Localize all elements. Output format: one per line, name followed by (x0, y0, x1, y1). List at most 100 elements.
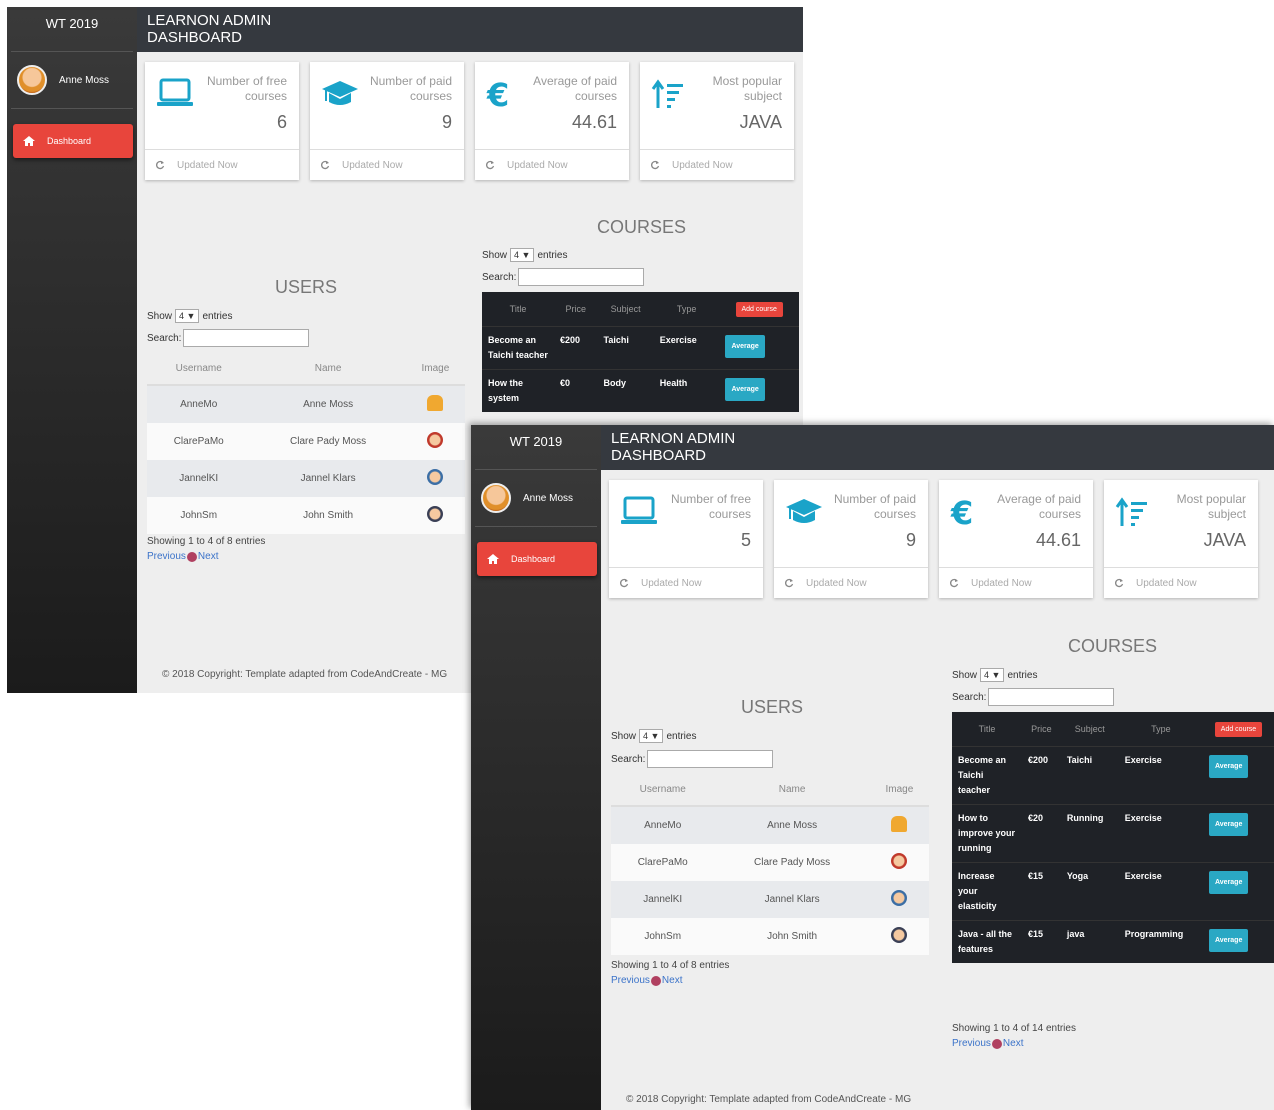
users-table: Username Name Image AnneMo Anne Moss Clar… (147, 352, 465, 534)
table-row: JohnSm John Smith (611, 918, 929, 955)
entries-select-value: 4 (179, 311, 185, 321)
card-value: 9 (441, 112, 452, 132)
average-button[interactable]: Average (1208, 871, 1249, 894)
courses-search-input[interactable] (518, 268, 645, 286)
column-header[interactable]: Name (250, 352, 406, 386)
cell-title: Java - all the features (952, 920, 1022, 963)
column-header[interactable]: Username (147, 352, 251, 386)
courses-table: Title Price Subject Type Add course Beco… (952, 712, 1274, 963)
courses-search: Search: (482, 268, 645, 286)
average-button[interactable]: Average (1208, 929, 1249, 952)
average-button[interactable]: Average (725, 378, 765, 401)
column-header[interactable]: Type (1119, 712, 1203, 747)
entries-label: entries (202, 310, 233, 322)
entries-select-value: 4 (514, 250, 520, 260)
next-link[interactable]: Next (1003, 1038, 1024, 1049)
card-footer: Updated Now (609, 567, 763, 598)
previous-link[interactable]: Previous (147, 551, 186, 562)
card-title: Average of paid courses (533, 74, 617, 103)
next-link[interactable]: Next (198, 551, 219, 562)
column-header[interactable]: Price (1022, 712, 1061, 747)
entries-select[interactable]: 4 ▼ (980, 668, 1005, 682)
column-header[interactable]: Image (405, 352, 465, 386)
table-header-row: Title Price Subject Type Add course (952, 712, 1274, 747)
entries-label: entries (1007, 669, 1038, 681)
users-title: USERS (275, 277, 338, 297)
entries-select[interactable]: 4 ▼ (639, 729, 664, 743)
table-header-row: Title Price Subject Type Add course (482, 292, 799, 327)
user-image (891, 853, 908, 869)
footer-copyright: © 2018 Copyright: Template adapted from … (626, 1094, 912, 1105)
cell-subject: java (1060, 920, 1119, 963)
courses-length-control: Show 4 ▼ entries (482, 248, 567, 262)
page-title-line-2: DASHBOARD (611, 447, 707, 464)
search-label: Search: (952, 691, 987, 703)
card-footer-text: Updated Now (1136, 577, 1197, 589)
brand: WT 2019 (11, 7, 133, 52)
user-name: Anne Moss (59, 74, 110, 86)
cell-type: Exercise (1118, 862, 1203, 921)
card-title: Most popular subject (712, 74, 782, 103)
next-link[interactable]: Next (662, 975, 683, 986)
header: LEARNON ADMIN DASHBOARD (601, 425, 1274, 470)
cell-price: €20 (1022, 804, 1061, 863)
brand: WT 2019 (475, 425, 597, 470)
footer-copyright: © 2018 Copyright: Template adapted from … (162, 669, 448, 680)
sidebar: WT 2019 Anne Moss Dashboard (471, 425, 601, 1110)
cell-price: €15 (1022, 862, 1061, 921)
cell-name: Anne Moss (714, 806, 870, 844)
refresh-icon (785, 578, 794, 588)
avatar (481, 483, 511, 513)
courses-search-input[interactable] (988, 688, 1115, 706)
average-button[interactable]: Average (1208, 755, 1249, 778)
card-footer-text: Updated Now (641, 577, 702, 589)
previous-link[interactable]: Previous (611, 975, 650, 986)
cell-title: How the system (482, 369, 554, 412)
card-title: Number of paid courses (369, 74, 452, 103)
search-label: Search: (482, 271, 517, 283)
average-button[interactable]: Average (1208, 813, 1249, 836)
sidebar-item-dashboard[interactable]: Dashboard (13, 124, 133, 158)
column-header[interactable]: Price (554, 292, 598, 327)
column-header[interactable]: Title (952, 712, 1022, 747)
home-icon (487, 554, 499, 564)
card-value: JAVA (1203, 530, 1246, 550)
column-header[interactable]: Image (869, 773, 929, 807)
cell-type: Programming (1118, 920, 1203, 963)
card-title: Number of paid courses (833, 492, 916, 521)
stat-card-average: € Average of paid courses 44.61 Updated … (939, 480, 1093, 598)
show-label: Show (147, 310, 173, 322)
user-image (891, 816, 908, 832)
page-title: LEARNON ADMIN (147, 12, 272, 29)
add-course-button[interactable]: Add course (1214, 721, 1263, 737)
column-header[interactable]: Subject (1061, 712, 1119, 747)
average-button[interactable]: Average (725, 335, 765, 358)
users-pagination: Previous Next (611, 975, 682, 986)
sidebar: WT 2019 Anne Moss Dashboard (7, 7, 137, 693)
refresh-icon (156, 160, 165, 170)
cell-subject: Taichi (1060, 746, 1119, 805)
entries-select[interactable]: 4 ▼ (175, 309, 200, 323)
users-search-input[interactable] (647, 750, 774, 768)
entries-label: entries (537, 249, 568, 261)
users-search-input[interactable] (183, 329, 310, 347)
column-header[interactable]: Subject (598, 292, 654, 327)
cell-price: €15 (1022, 920, 1061, 963)
sidebar-item-dashboard[interactable]: Dashboard (477, 542, 597, 576)
user-image (427, 432, 444, 448)
previous-link[interactable]: Previous (952, 1038, 991, 1049)
cell-username: ClarePaMo (147, 423, 251, 460)
cell-username: JannelKI (611, 881, 715, 918)
entries-select[interactable]: 4 ▼ (510, 248, 535, 262)
add-course-button[interactable]: Add course (735, 301, 783, 317)
column-header[interactable]: Type (654, 292, 720, 327)
laptop-icon (157, 78, 193, 106)
stat-card-paid-courses: Number of paid courses 9 Updated Now (310, 62, 464, 180)
cell-subject: Taichi (597, 326, 654, 370)
cell-title: Increase your elasticity (952, 862, 1022, 921)
column-header[interactable]: Name (714, 773, 870, 807)
column-header[interactable]: Title (482, 292, 554, 327)
column-header[interactable]: Username (611, 773, 715, 807)
users-table: Username Name Image AnneMo Anne Moss Clar… (611, 773, 929, 955)
cursor-icon (186, 551, 197, 562)
